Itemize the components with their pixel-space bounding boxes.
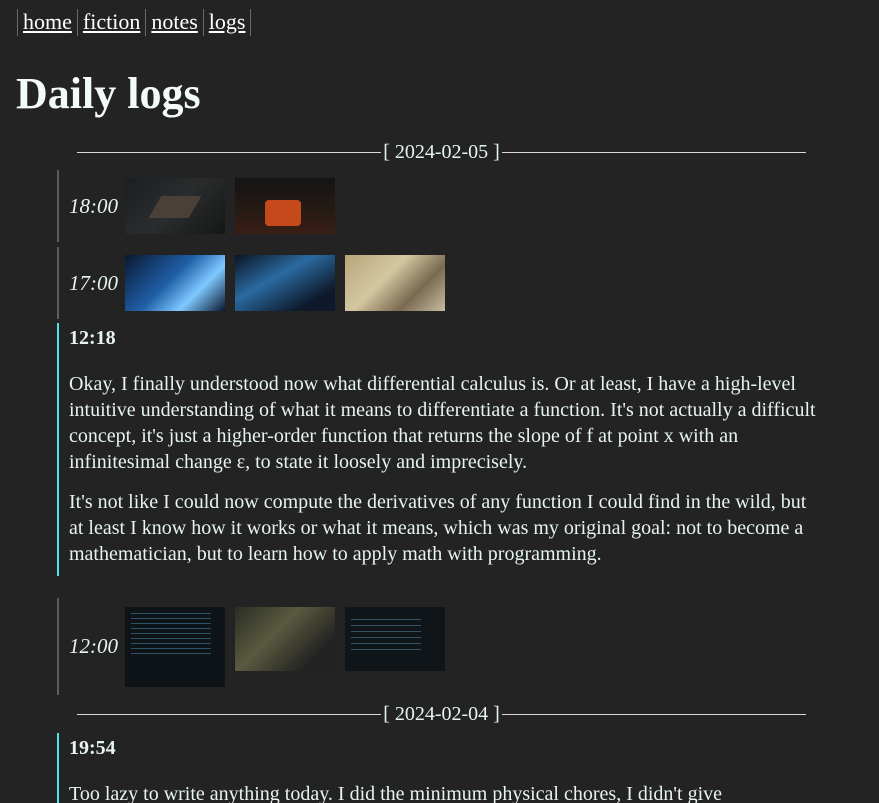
date-label: [ 2024-02-05 ] — [383, 140, 500, 163]
divider-line — [501, 713, 807, 715]
thumbnail-strip — [125, 178, 335, 234]
thumbnail-strip — [125, 606, 445, 687]
thumbnail-strip — [125, 255, 445, 311]
entry-time: 12:00 — [69, 634, 118, 658]
screenshot-entry: 17:00 — [57, 247, 819, 319]
screenshot-entry: 18:00 — [57, 170, 819, 242]
nav-separator — [250, 8, 252, 36]
page-title: Daily logs — [16, 69, 201, 118]
date-divider: [ 2024-02-04 ] — [77, 701, 807, 727]
date-label: [ 2024-02-04 ] — [383, 702, 500, 725]
entry-paragraph: It's not like I could now compute the de… — [69, 491, 807, 565]
entry-paragraph: Okay, I finally understood now what diff… — [69, 373, 816, 473]
screenshot-thumbnail[interactable] — [235, 606, 335, 671]
entry-time: 18:00 — [69, 193, 118, 218]
divider-line — [501, 151, 807, 153]
screenshot-thumbnail[interactable] — [125, 606, 225, 687]
text-entry: 12:18 Okay, I finally understood now wha… — [57, 323, 817, 576]
date-divider: [ 2024-02-05 ] — [77, 139, 807, 165]
screenshot-entry: 12:00 — [57, 598, 819, 695]
nav-link-fiction[interactable]: fiction — [78, 9, 145, 35]
screenshot-thumbnail[interactable] — [125, 178, 225, 234]
text-entry: 19:54 Too lazy to write anything today. … — [57, 733, 817, 803]
divider-line — [77, 713, 382, 715]
nav-link-notes[interactable]: notes — [146, 9, 202, 35]
screenshot-thumbnail[interactable] — [235, 178, 335, 234]
screenshot-thumbnail[interactable] — [235, 255, 335, 311]
entry-paragraph: Too lazy to write anything today. I did … — [69, 783, 722, 803]
entry-time: 12:18 — [69, 327, 116, 349]
screenshot-thumbnail[interactable] — [345, 255, 445, 311]
screenshot-thumbnail[interactable] — [345, 606, 445, 671]
nav-link-home[interactable]: home — [18, 9, 77, 35]
nav-link-logs[interactable]: logs — [204, 9, 251, 35]
screenshot-thumbnail[interactable] — [125, 255, 225, 311]
entry-time: 19:54 — [69, 737, 116, 759]
top-nav: home fiction notes logs — [17, 8, 252, 36]
entry-time: 17:00 — [69, 270, 118, 295]
divider-line — [77, 151, 382, 153]
